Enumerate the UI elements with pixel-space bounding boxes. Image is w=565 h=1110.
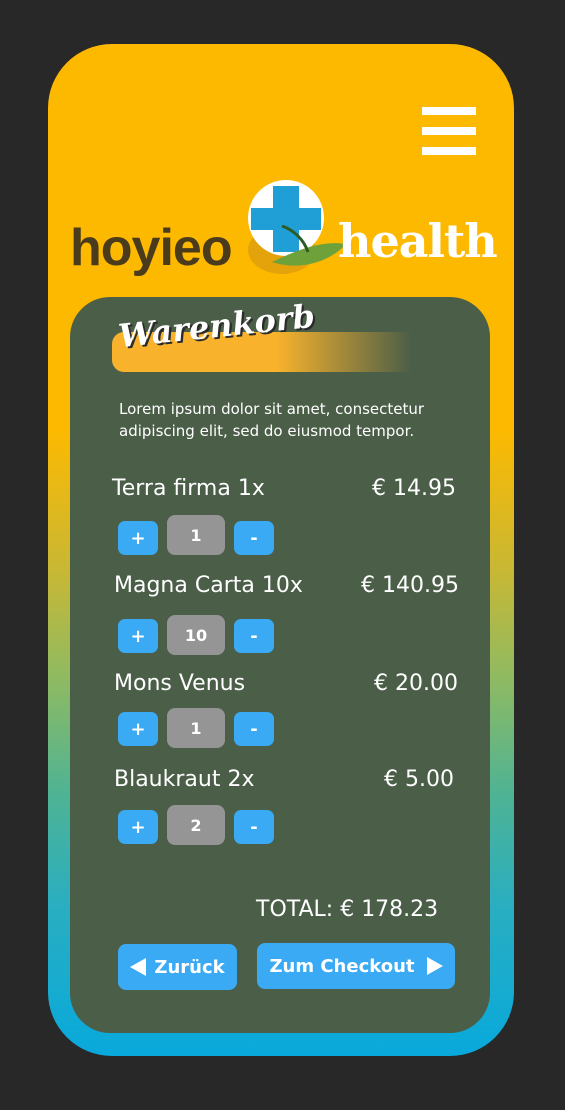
item-name: Blaukraut 2x xyxy=(114,767,255,792)
quantity-display: 10 xyxy=(167,615,225,655)
item-price: € 140.95 xyxy=(361,573,459,598)
brand-logo: hoyieo health xyxy=(70,180,498,280)
increase-quantity-button[interactable]: + xyxy=(118,521,158,555)
decrease-quantity-button[interactable]: - xyxy=(234,712,274,746)
decrease-quantity-button[interactable]: - xyxy=(234,619,274,653)
quantity-display: 1 xyxy=(167,708,225,748)
quantity-display: 2 xyxy=(167,805,225,845)
decrease-quantity-button[interactable]: - xyxy=(234,521,274,555)
checkout-button[interactable]: Zum Checkout xyxy=(257,943,455,989)
hamburger-menu-icon[interactable] xyxy=(422,107,476,155)
increase-quantity-button[interactable]: + xyxy=(118,619,158,653)
item-name: Terra firma 1x xyxy=(112,476,265,501)
checkout-button-label: Zum Checkout xyxy=(269,955,415,977)
item-price: € 20.00 xyxy=(374,671,458,696)
menu-bar xyxy=(422,147,476,155)
item-price: € 14.95 xyxy=(372,476,456,501)
back-button-label: Zurück xyxy=(154,956,225,978)
brand-name-left: hoyieo xyxy=(70,219,233,277)
item-name: Mons Venus xyxy=(114,671,246,696)
brand-name-right: health xyxy=(338,214,498,268)
arrow-right-icon xyxy=(426,957,443,975)
cart-intro-text: Lorem ipsum dolor sit amet, consectetur … xyxy=(119,400,425,440)
item-name: Magna Carta 10x xyxy=(114,573,303,598)
medical-cross-leaf-icon xyxy=(248,180,346,274)
cart-total: TOTAL: € 178.23 xyxy=(256,897,439,922)
increase-quantity-button[interactable]: + xyxy=(118,712,158,746)
item-price: € 5.00 xyxy=(384,767,454,792)
quantity-display: 1 xyxy=(167,515,225,555)
back-button[interactable]: Zurück xyxy=(118,944,237,990)
arrow-left-icon xyxy=(130,958,147,976)
increase-quantity-button[interactable]: + xyxy=(118,810,158,844)
menu-bar xyxy=(422,127,476,135)
decrease-quantity-button[interactable]: - xyxy=(234,810,274,844)
menu-bar xyxy=(422,107,476,115)
